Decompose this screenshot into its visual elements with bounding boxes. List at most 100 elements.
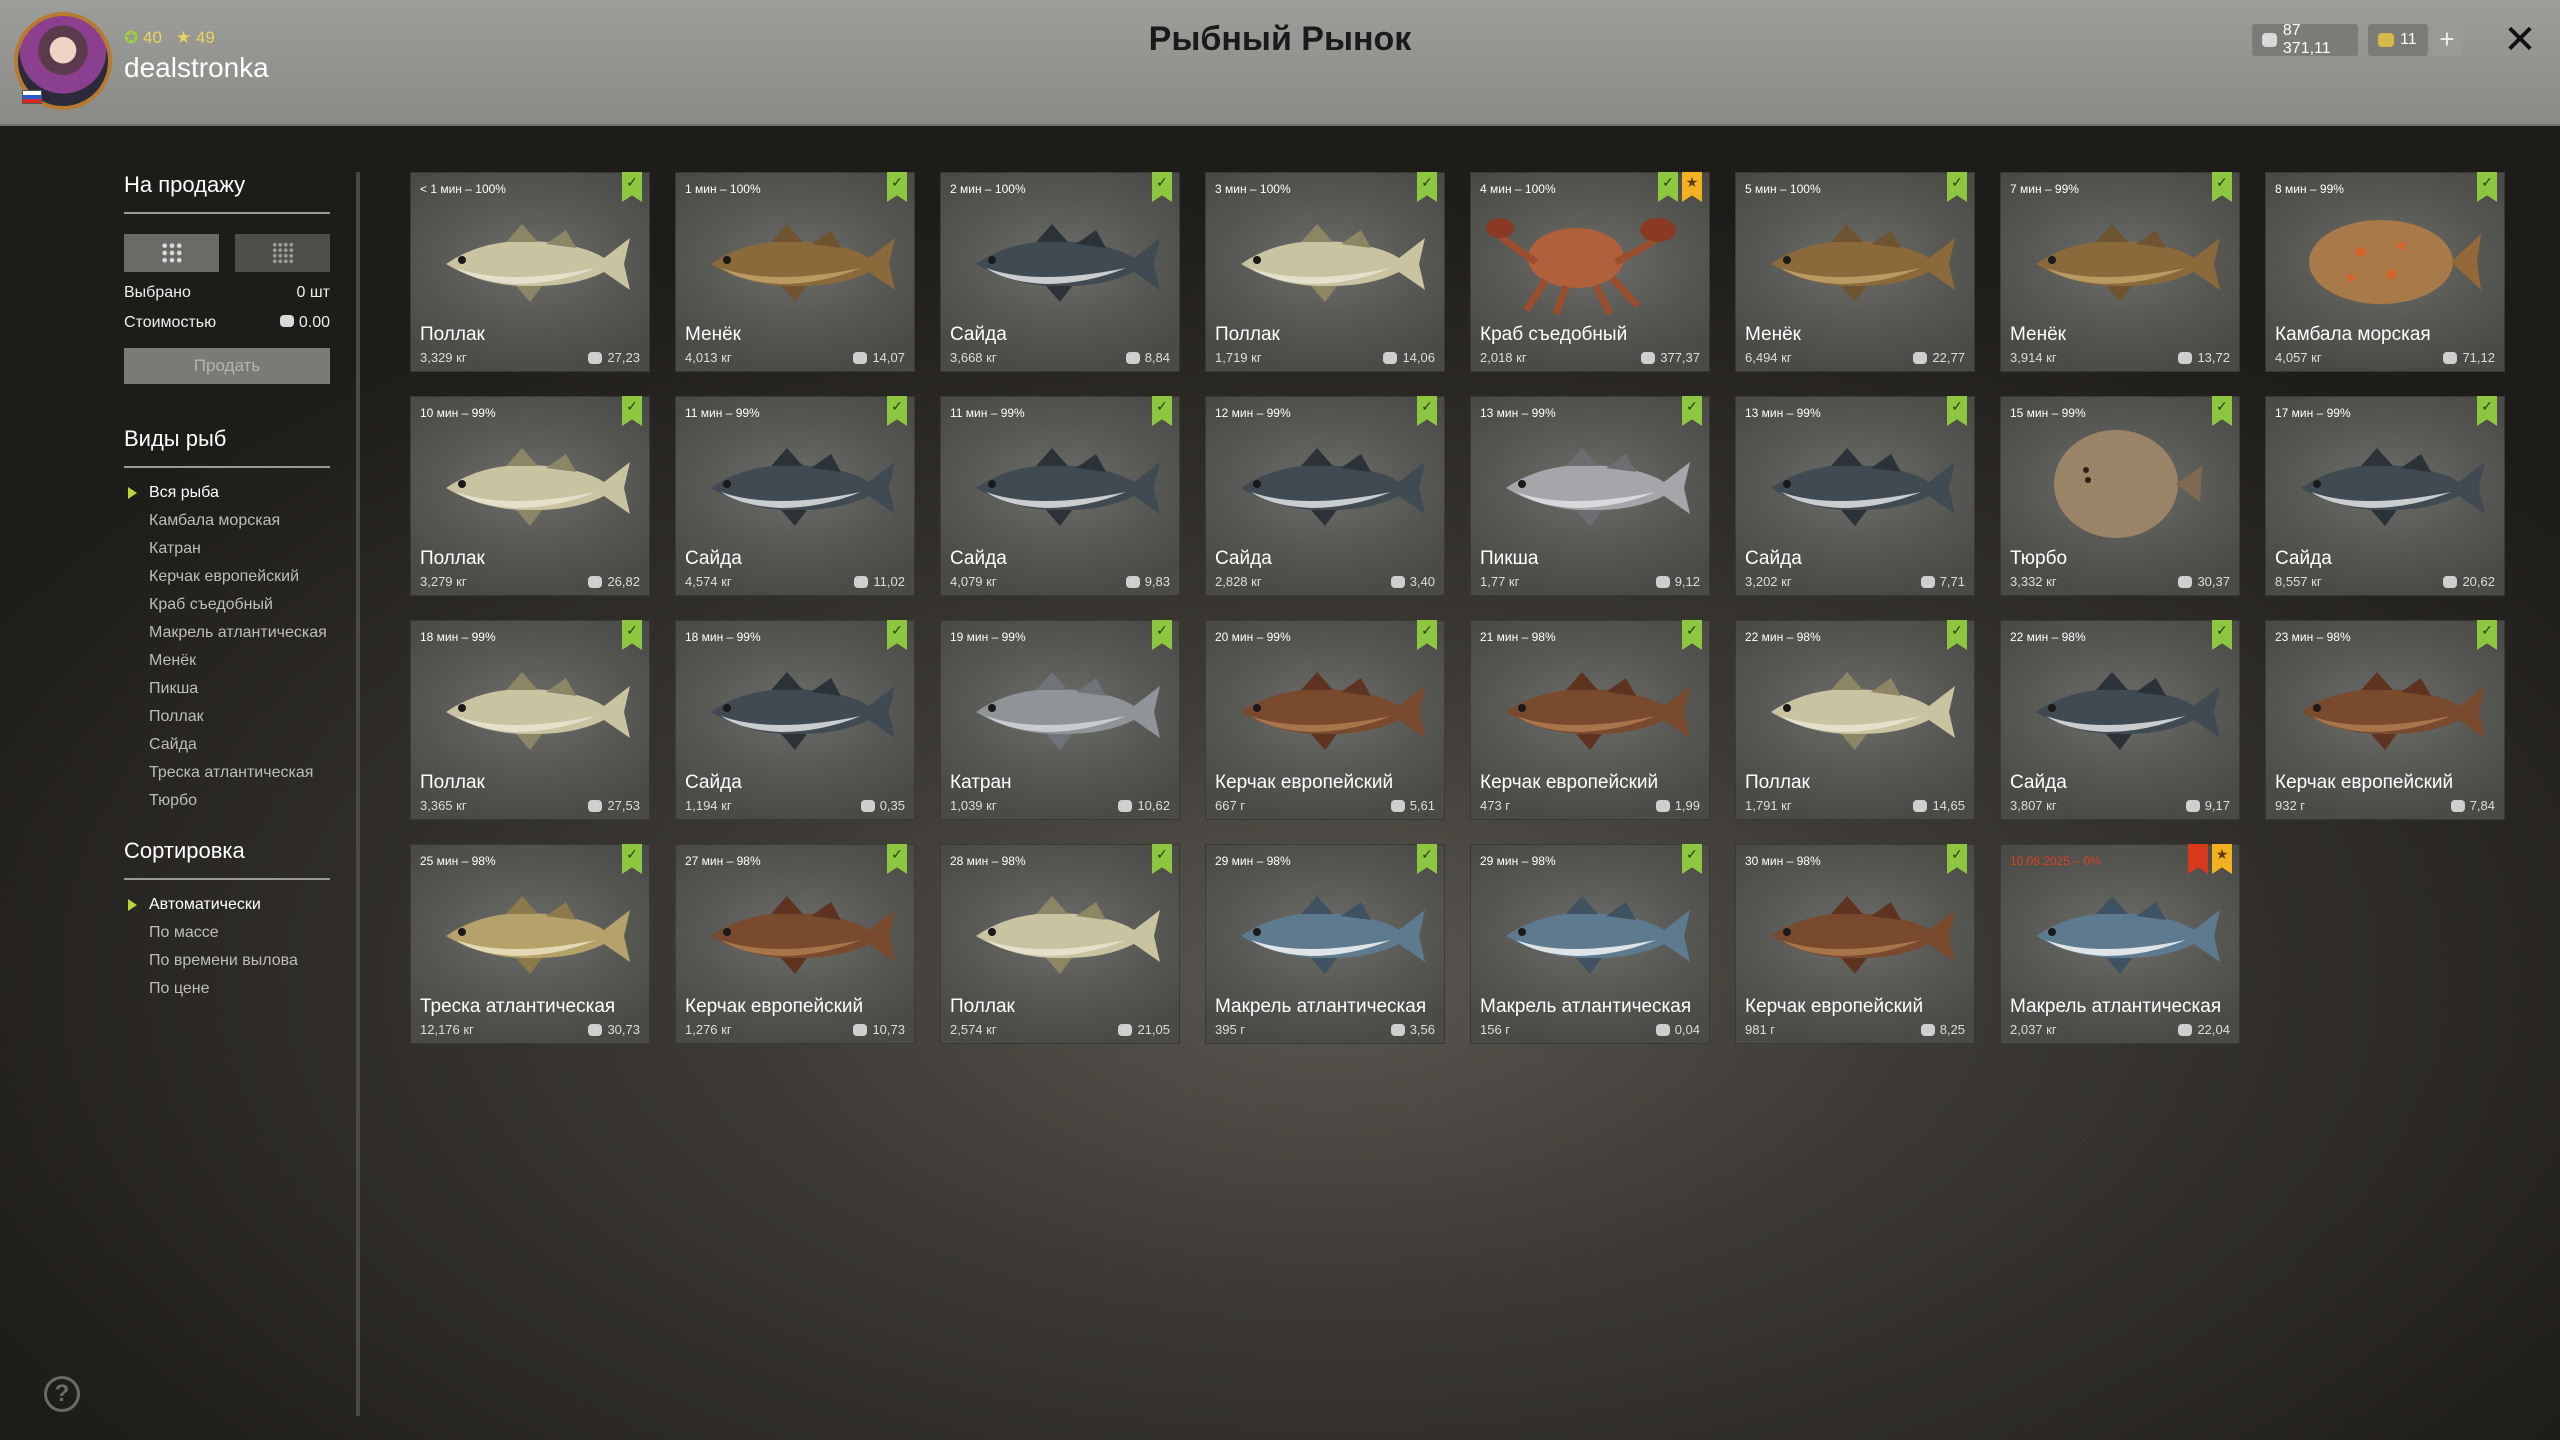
fish-card[interactable]: 28 мин – 98% ✓ Поллак 2,574 кг 21,05 xyxy=(940,844,1180,1044)
fish-card[interactable]: 25 мин – 98% ✓ Треска атлантическая 12,1… xyxy=(410,844,650,1044)
fish-name: Треска атлантическая xyxy=(420,996,616,1017)
check-flag-icon[interactable]: ✓ xyxy=(622,396,642,426)
check-flag-icon[interactable]: ✓ xyxy=(887,172,907,202)
check-flag-icon[interactable]: ✓ xyxy=(1417,844,1437,874)
sell-button[interactable]: Продать xyxy=(124,348,330,384)
fish-card[interactable]: 18 мин – 99% ✓ Поллак 3,365 кг 27,53 xyxy=(410,620,650,820)
fish-card[interactable]: 27 мин – 98% ✓ Керчак европейский 1,276 … xyxy=(675,844,915,1044)
fish-card[interactable]: 13 мин – 99% ✓ Сайда 3,202 кг 7,71 xyxy=(1735,396,1975,596)
check-flag-icon[interactable]: ✓ xyxy=(622,172,642,202)
sort-option-3[interactable]: По цене xyxy=(124,980,330,998)
help-icon[interactable]: ? xyxy=(44,1376,80,1412)
fish-card[interactable]: 7 мин – 99% ✓ Менёк 3,914 кг 13,72 xyxy=(2000,172,2240,372)
check-flag-icon[interactable]: ✓ xyxy=(1152,620,1172,650)
species-filter-item-9[interactable]: Сайда xyxy=(124,736,330,754)
check-flag-icon[interactable]: ✓ xyxy=(887,844,907,874)
check-flag-icon[interactable]: ✓ xyxy=(887,620,907,650)
sort-option-1[interactable]: По массе xyxy=(124,924,330,942)
catch-time: 18 мин – 99% xyxy=(420,630,496,644)
check-flag-icon[interactable]: ✓ xyxy=(2477,620,2497,650)
check-flag-icon[interactable]: ✓ xyxy=(1417,172,1437,202)
fish-card[interactable]: 11 мин – 99% ✓ Сайда 4,574 кг 11,02 xyxy=(675,396,915,596)
check-flag-icon[interactable]: ✓ xyxy=(1682,620,1702,650)
species-filter-item-7[interactable]: Пикша xyxy=(124,680,330,698)
fish-card[interactable]: 30 мин – 98% ✓ Керчак европейский 981 г … xyxy=(1735,844,1975,1044)
card-flags: ✓ xyxy=(1152,620,1172,650)
close-button[interactable]: ✕ xyxy=(2500,18,2540,62)
fish-card[interactable]: 29 мин – 98% ✓ Макрель атлантическая 395… xyxy=(1205,844,1445,1044)
fish-card[interactable]: 18 мин – 99% ✓ Сайда 1,194 кг 0,35 xyxy=(675,620,915,820)
species-filter-item-11[interactable]: Тюрбо xyxy=(124,792,330,810)
check-flag-icon[interactable]: ✓ xyxy=(1947,620,1967,650)
check-flag-icon[interactable]: ✓ xyxy=(2212,172,2232,202)
fish-card[interactable]: 23 мин – 98% ✓ Керчак европейский 932 г … xyxy=(2265,620,2505,820)
fish-price-value: 20,62 xyxy=(2462,574,2495,589)
species-filter-item-2[interactable]: Катран xyxy=(124,540,330,558)
fish-card[interactable]: 20 мин – 99% ✓ Керчак европейский 667 г … xyxy=(1205,620,1445,820)
species-filter-item-6[interactable]: Менёк xyxy=(124,652,330,670)
check-flag-icon[interactable]: ✓ xyxy=(1947,396,1967,426)
fish-card[interactable]: 29 мин – 98% ✓ Макрель атлантическая 156… xyxy=(1470,844,1710,1044)
fish-weight: 6,494 кг xyxy=(1745,350,1792,365)
species-filter-item-3[interactable]: Керчак европейский xyxy=(124,568,330,586)
check-flag-icon[interactable]: ✓ xyxy=(1682,396,1702,426)
fish-card[interactable]: 8 мин – 99% ✓ Камбала морская 4,057 кг 7… xyxy=(2265,172,2505,372)
fish-card[interactable]: 22 мин – 98% ✓ Поллак 1,791 кг 14,65 xyxy=(1735,620,1975,820)
fish-card[interactable]: 3 мин – 100% ✓ Поллак 1,719 кг 14,06 xyxy=(1205,172,1445,372)
species-filter-item-1[interactable]: Камбала морская xyxy=(124,512,330,530)
fish-card[interactable]: 1 мин – 100% ✓ Менёк 4,013 кг 14,07 xyxy=(675,172,915,372)
fish-price-value: 27,23 xyxy=(607,350,640,365)
check-flag-icon[interactable]: ✓ xyxy=(1152,172,1172,202)
fish-weight: 1,77 кг xyxy=(1480,574,1520,589)
large-grid-view-button[interactable] xyxy=(124,234,219,272)
check-flag-icon[interactable]: ✓ xyxy=(622,620,642,650)
check-flag-icon[interactable]: ✓ xyxy=(1658,172,1678,202)
species-filter-item-5[interactable]: Макрель атлантическая xyxy=(124,624,330,642)
add-gold-button[interactable]: + xyxy=(2432,24,2462,56)
catch-time: 5 мин – 100% xyxy=(1745,182,1821,196)
species-filter-item-4[interactable]: Краб съедобный xyxy=(124,596,330,614)
check-flag-icon[interactable]: ✓ xyxy=(1947,172,1967,202)
fish-weight: 1,276 кг xyxy=(685,1022,732,1037)
fish-card[interactable]: 15 мин – 99% ✓ Тюрбо 3,332 кг 30,37 xyxy=(2000,396,2240,596)
check-flag-icon[interactable]: ✓ xyxy=(1152,396,1172,426)
fish-card[interactable]: 19 мин – 99% ✓ Катран 1,039 кг 10,62 xyxy=(940,620,1180,820)
fish-weight: 156 г xyxy=(1480,1022,1511,1037)
check-flag-icon[interactable]: ✓ xyxy=(2212,396,2232,426)
check-flag-icon[interactable]: ✓ xyxy=(2477,172,2497,202)
fish-card[interactable]: 2 мин – 100% ✓ Сайда 3,668 кг 8,84 xyxy=(940,172,1180,372)
fish-price: 30,73 xyxy=(588,1022,640,1037)
check-flag-icon[interactable]: ✓ xyxy=(2477,396,2497,426)
species-filter-item-0[interactable]: Вся рыба xyxy=(124,484,330,502)
check-flag-icon[interactable]: ✓ xyxy=(1417,396,1437,426)
star-flag-icon[interactable]: ★ xyxy=(1682,172,1702,202)
fish-card[interactable]: 11 мин – 99% ✓ Сайда 4,079 кг 9,83 xyxy=(940,396,1180,596)
check-flag-icon[interactable]: ✓ xyxy=(1417,620,1437,650)
check-flag-icon[interactable]: ✓ xyxy=(1947,844,1967,874)
check-flag-icon[interactable]: ✓ xyxy=(622,844,642,874)
fish-name: Камбала морская xyxy=(2275,324,2431,345)
fish-card[interactable]: 17 мин – 99% ✓ Сайда 8,557 кг 20,62 xyxy=(2265,396,2505,596)
blocked-flag-icon[interactable] xyxy=(2188,844,2208,874)
star-flag-icon[interactable]: ★ xyxy=(2212,844,2232,874)
check-flag-icon[interactable]: ✓ xyxy=(1682,844,1702,874)
fish-card[interactable]: 22 мин – 98% ✓ Сайда 3,807 кг 9,17 xyxy=(2000,620,2240,820)
fish-card[interactable]: 10 мин – 99% ✓ Поллак 3,279 кг 26,82 xyxy=(410,396,650,596)
fish-card[interactable]: 5 мин – 100% ✓ Менёк 6,494 кг 22,77 xyxy=(1735,172,1975,372)
fish-card[interactable]: < 1 мин – 100% ✓ Поллак 3,329 кг 27,23 xyxy=(410,172,650,372)
fish-card[interactable]: 10.08.2025 – 0% ★ Макрель атлантическая … xyxy=(2000,844,2240,1044)
fish-card[interactable]: 12 мин – 99% ✓ Сайда 2,828 кг 3,40 xyxy=(1205,396,1445,596)
fish-card[interactable]: 13 мин – 99% ✓ Пикша 1,77 кг 9,12 xyxy=(1470,396,1710,596)
check-flag-icon[interactable]: ✓ xyxy=(887,396,907,426)
species-filter-item-8[interactable]: Поллак xyxy=(124,708,330,726)
check-flag-icon[interactable]: ✓ xyxy=(1152,844,1172,874)
fish-price-value: 377,37 xyxy=(1660,350,1700,365)
silver-coin-icon xyxy=(2450,799,2465,812)
check-flag-icon[interactable]: ✓ xyxy=(2212,620,2232,650)
fish-card[interactable]: 4 мин – 100% ✓ ★ Краб съедобный 2,018 кг … xyxy=(1470,172,1710,372)
species-filter-item-10[interactable]: Треска атлантическая xyxy=(124,764,330,782)
fish-card[interactable]: 21 мин – 98% ✓ Керчак европейский 473 г … xyxy=(1470,620,1710,820)
sort-option-0[interactable]: Автоматически xyxy=(124,896,330,914)
small-grid-view-button[interactable] xyxy=(235,234,330,272)
sort-option-2[interactable]: По времени вылова xyxy=(124,952,330,970)
